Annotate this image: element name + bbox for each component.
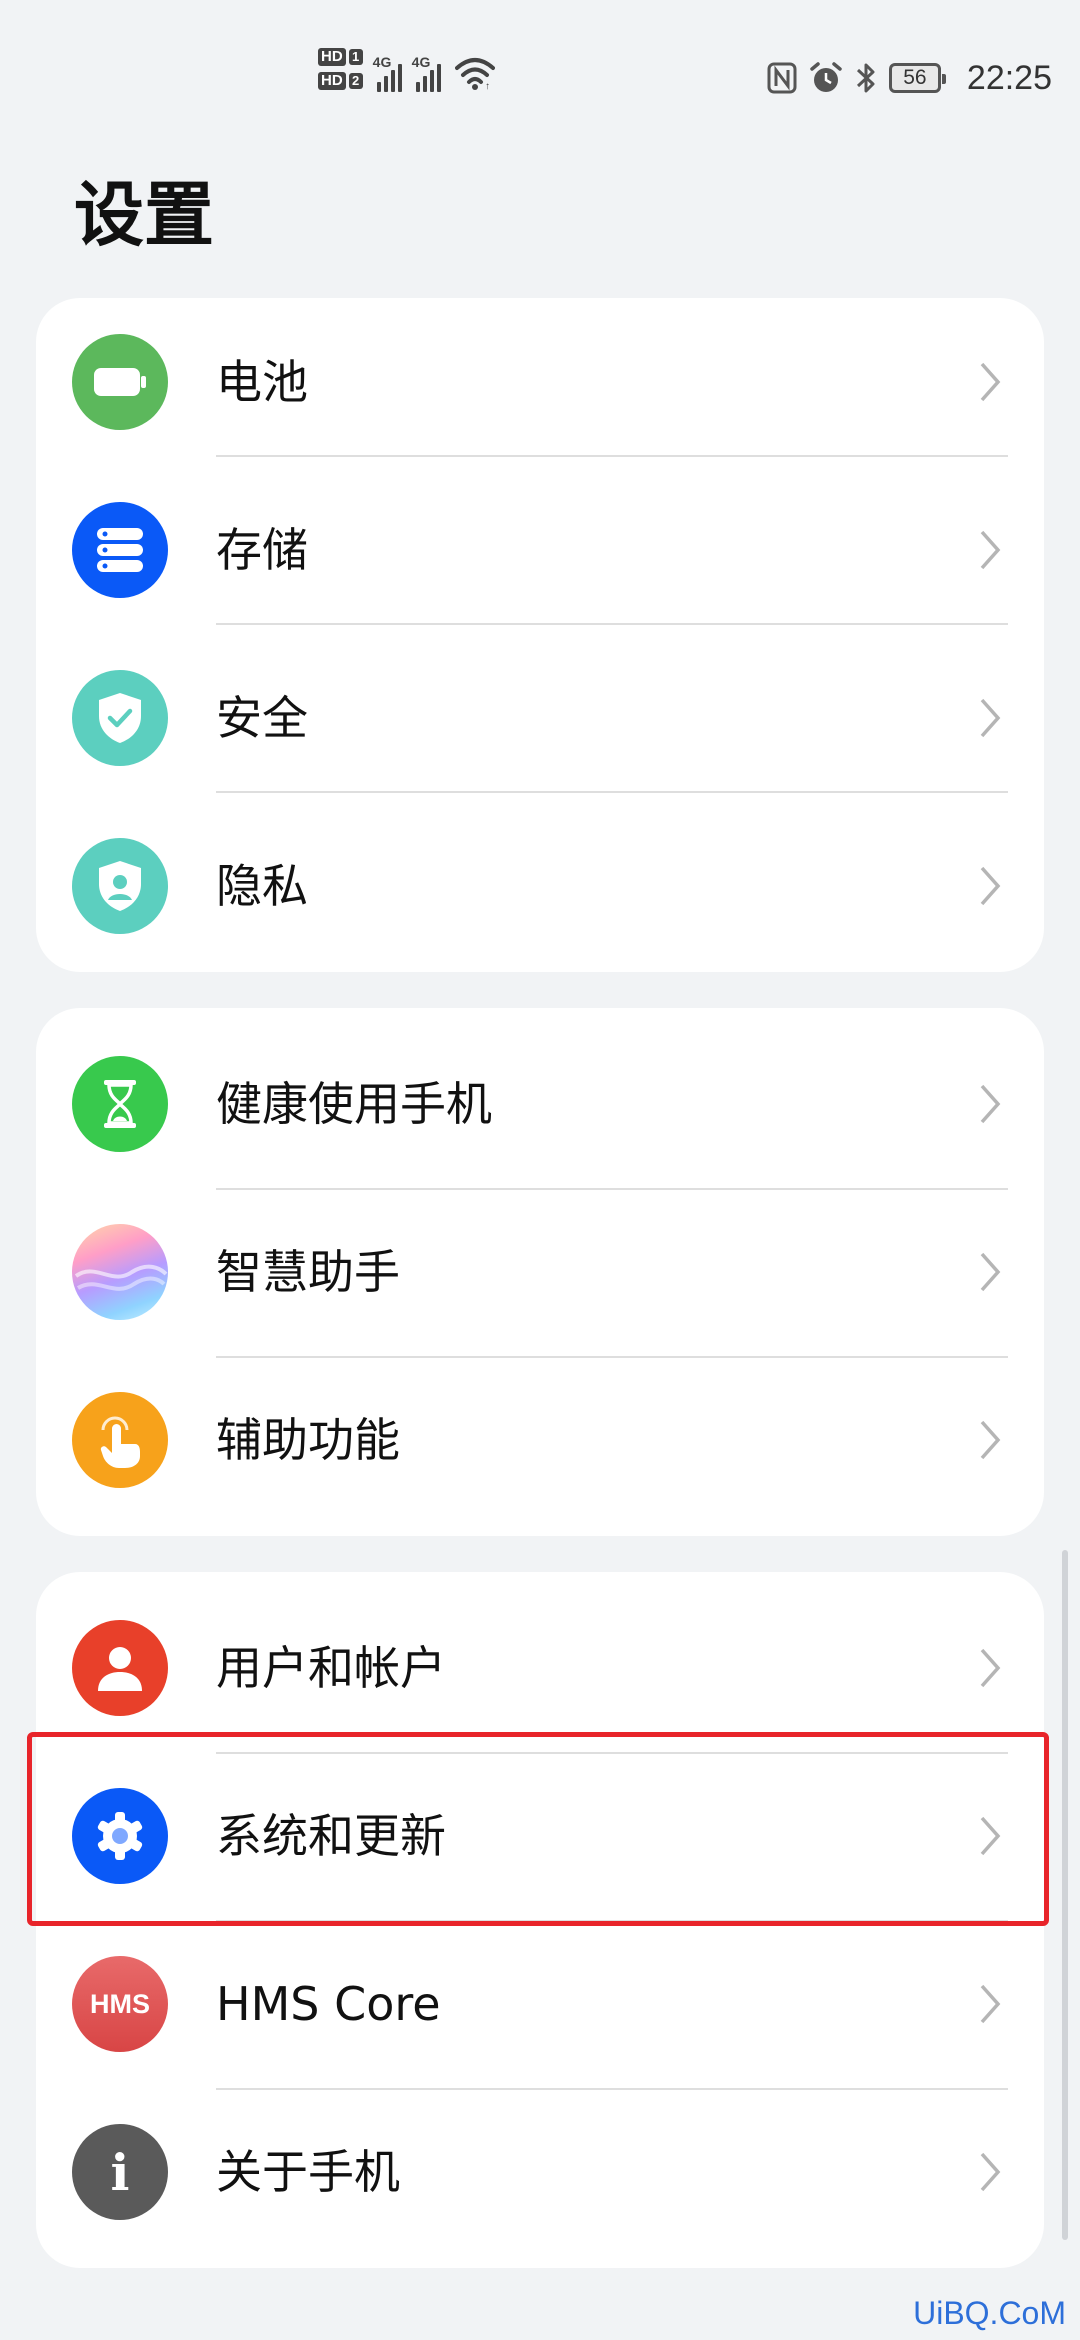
item-label: 用户和帐户 [216,1641,446,1695]
settings-item-assistant[interactable]: 智慧助手 [36,1188,1044,1356]
chevron-right-icon [980,866,1001,906]
item-label: 辅助功能 [216,1413,400,1467]
item-label: 安全 [216,691,308,745]
divider [216,791,1008,793]
settings-item-battery[interactable]: 电池 [36,298,1044,466]
sim1-number: 1 [348,49,363,65]
settings-item-security[interactable]: 安全 [36,634,1044,802]
privacy-shield-icon [72,838,168,934]
item-label: 电池 [216,355,308,409]
wifi-icon: ↑ [454,58,495,90]
info-icon: i [72,2124,168,2220]
hand-tap-icon [72,1392,168,1488]
settings-item-digital-balance[interactable]: 健康使用手机 [36,1020,1044,1188]
item-label: 健康使用手机 [216,1077,492,1131]
chevron-right-icon [980,1252,1001,1292]
settings-group-1: 电池 存储 安全 隐私 [36,298,1044,972]
storage-icon [72,502,168,598]
watermark: UiBQ.CoM [913,2295,1066,2331]
battery-status-icon: 56 [888,63,946,93]
hms-icon: HMS [72,1956,168,2052]
divider [216,455,1008,457]
item-label: 关于手机 [216,2145,400,2199]
chevron-right-icon [980,1816,1001,1856]
settings-item-system-updates[interactable]: 系统和更新 [36,1752,1044,1920]
scrollbar[interactable] [1062,1550,1068,2240]
settings-group-2: 健康使用手机 智慧助手 辅助功能 [36,1008,1044,1536]
clock: 22:25 [966,58,1052,97]
settings-item-users-accounts[interactable]: 用户和帐户 [36,1584,1044,1752]
item-label: 隐私 [216,859,308,913]
battery-level: 56 [903,66,927,89]
hms-icon-text: HMS [90,1988,150,2019]
hourglass-icon [72,1056,168,1152]
gear-icon [72,1788,168,1884]
chevron-right-icon [980,362,1001,402]
settings-item-about-phone[interactable]: i 关于手机 [36,2088,1044,2256]
user-icon [72,1620,168,1716]
info-icon-text: i [110,2142,130,2202]
chevron-right-icon [980,2152,1001,2192]
chevron-right-icon [980,1648,1001,1688]
chevron-right-icon [980,1420,1001,1460]
settings-item-accessibility[interactable]: 辅助功能 [36,1356,1044,1524]
battery-icon [72,334,168,430]
chevron-right-icon [980,698,1001,738]
sim2-number: 2 [348,73,363,89]
assistant-icon [72,1224,168,1320]
chevron-right-icon [980,1084,1001,1124]
item-label: HMS Core [216,1977,441,2031]
bluetooth-icon [856,63,875,93]
status-bar: HD 1 HD 2 4G 4G ↑ 56 22:25 [0,0,1080,150]
nfc-icon [767,62,797,94]
network-status: HD 1 HD 2 4G 4G ↑ [318,48,495,92]
item-label: 存储 [216,523,308,577]
chevron-right-icon [980,1984,1001,2024]
settings-item-hms-core[interactable]: HMS HMS Core [36,1920,1044,2088]
hd-badge-sim2: HD [318,72,346,90]
shield-check-icon [72,670,168,766]
settings-group-3: 用户和帐户 系统和更新 HMS HMS Core i 关于手机 [36,1572,1044,2268]
item-label: 系统和更新 [216,1809,446,1863]
svg-text:↑: ↑ [485,81,490,90]
item-label: 智慧助手 [216,1245,400,1299]
signal-sim1-icon: 4G [373,48,402,92]
system-status: 56 22:25 [767,52,1052,104]
divider [216,623,1008,625]
settings-item-privacy[interactable]: 隐私 [36,802,1044,970]
settings-item-storage[interactable]: 存储 [36,466,1044,634]
hd-badge-sim1: HD [318,48,346,66]
signal-sim2-icon: 4G [412,48,441,92]
alarm-icon [810,62,842,92]
chevron-right-icon [980,530,1001,570]
page-title: 设置 [74,174,214,256]
